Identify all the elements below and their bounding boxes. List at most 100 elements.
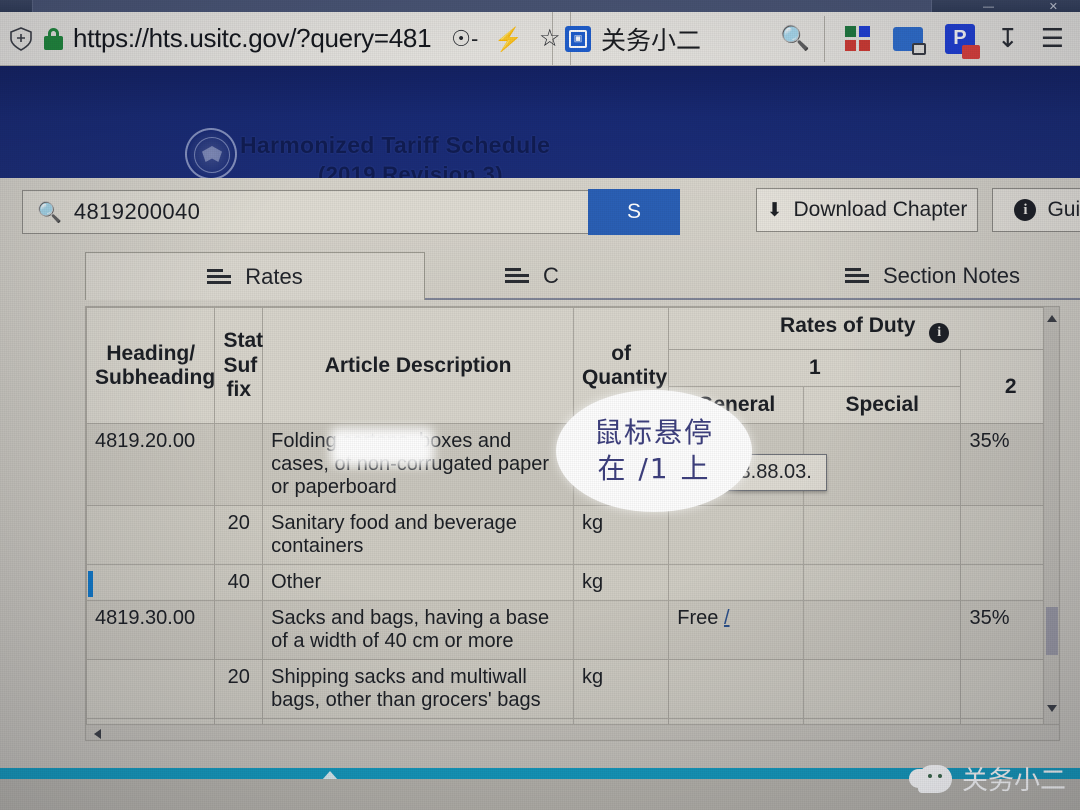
footnote-link[interactable]: / — [724, 607, 730, 629]
cell-code — [86, 564, 216, 602]
cell-general-rate — [668, 659, 804, 720]
extension-icons: P ↧ ☰ — [825, 23, 1080, 59]
table-row[interactable]: 20 Shipping sacks and multiwall bags, ot… — [86, 659, 1059, 720]
tab-rates-label: Rates — [245, 263, 303, 289]
col-stat-line1: Stat — [223, 329, 264, 353]
address-bar[interactable]: https://hts.usitc.gov/?query=481 ☉‐ ⚡ ☆ … — [0, 12, 583, 65]
window-minimize-button[interactable]: — — [983, 2, 994, 13]
table-header: Heading/ Subheading Stat Suf fix Article… — [86, 307, 1059, 425]
tab-chapter-notes[interactable]: C — [505, 252, 765, 300]
cell-special-rate — [802, 564, 962, 602]
search-input[interactable]: 🔍 4819200040 — [22, 190, 612, 234]
info-icon: i — [1014, 199, 1037, 221]
list-icon — [845, 268, 869, 284]
col-stat-suffix: Stat Suf fix — [214, 307, 264, 425]
cell-suffix: 40 — [214, 564, 264, 602]
col-heading-line1: Heading/ — [106, 341, 196, 365]
tab-chapter-notes-label: C — [543, 263, 559, 288]
list-icon — [207, 268, 232, 285]
cell-special-rate — [802, 423, 962, 507]
row-selection-marker — [88, 571, 93, 598]
annotation-line2: 在 /1 上 — [597, 452, 711, 485]
cell-code: 4819.20.00 — [86, 423, 216, 507]
window-close-button[interactable]: ✕ — [1049, 2, 1058, 13]
download-icon: ⬇ — [766, 199, 783, 221]
search-icon: 🔍 — [37, 201, 62, 224]
wechat-icon — [908, 764, 952, 793]
cell-suffix: 20 — [214, 659, 264, 720]
browser-toolbar: https://hts.usitc.gov/?query=481 ☉‐ ⚡ ☆ … — [0, 12, 1080, 66]
site-title-line1: Harmonized Tariff Schedule — [240, 132, 551, 158]
watermark: 关务小二 — [908, 760, 1066, 797]
annotation-highlight-blur — [330, 428, 434, 466]
cell-code: 4819.30.00 — [86, 600, 216, 661]
cell-general-rate — [668, 505, 804, 566]
wechat-account-name[interactable]: 关务小二 — [601, 21, 701, 57]
cell-general-rate: Free / — [668, 600, 804, 661]
col-stat-line2: Suf — [223, 353, 258, 377]
site-header: Harmonized Tariff Schedule (2019 Revisio… — [0, 66, 1080, 178]
cell-special-rate — [802, 600, 962, 661]
tab-rates[interactable]: Rates — [85, 252, 425, 300]
address-bar-icons: ☉‐ ⚡ ☆ — [451, 26, 560, 50]
lightning-icon[interactable]: ⚡ — [494, 27, 523, 50]
cell-special-rate — [802, 505, 962, 566]
site-title-line2: (2019 Revision 3) — [318, 162, 503, 178]
grid-extension-icon[interactable] — [844, 25, 871, 52]
col-heading-subheading: Heading/ Subheading — [86, 307, 216, 425]
search-button[interactable]: S — [588, 189, 680, 235]
search-input-value: 4819200040 — [73, 199, 201, 224]
table-horizontal-scrollbar[interactable] — [86, 724, 1059, 740]
col-unit-line1: of — [611, 341, 632, 365]
zoom-out-icon[interactable]: ☉‐ — [451, 27, 478, 50]
wechat-search-bar: ▣ 关务小二 🔍 P ↧ ☰ — [553, 12, 1080, 65]
tab-section-notes[interactable]: Section Notes — [845, 252, 1080, 300]
usitc-seal-icon — [185, 128, 237, 178]
list-icon — [505, 268, 529, 284]
page-body: 🔍 4819200040 S ⬇ Download Chapter i Guid… — [0, 178, 1080, 768]
download-chapter-label: Download Chapter — [793, 198, 968, 221]
cell-unit: kg — [572, 505, 670, 566]
shield-icon[interactable] — [8, 26, 34, 52]
lock-icon[interactable] — [44, 27, 63, 50]
cell-description: Sacks and bags, having a base of a width… — [262, 600, 574, 661]
tab-section-notes-label: Section Notes — [883, 263, 1020, 288]
col-rates-of-duty: Rates of Duty i — [668, 307, 1059, 351]
cell-code — [86, 505, 216, 566]
search-row: 🔍 4819200040 S ⬇ Download Chapter i Guid… — [22, 188, 1080, 238]
col-heading-line2: Subheading — [95, 365, 216, 389]
scrollbar-thumb[interactable] — [1046, 607, 1058, 655]
cell-description: Sanitary food and beverage containers — [262, 505, 574, 566]
info-icon[interactable]: i — [929, 323, 950, 344]
table-row[interactable]: 20 Sanitary food and beverage containers… — [86, 505, 1059, 566]
cell-general-rate — [668, 564, 804, 602]
scroll-left-arrow-icon[interactable] — [94, 729, 101, 739]
table-vertical-scrollbar[interactable] — [1043, 307, 1059, 740]
cell-unit — [572, 600, 670, 661]
col-unit-line2: Quantity — [581, 365, 668, 389]
screen-capture-icon[interactable] — [892, 26, 926, 55]
table-row[interactable]: 4819.30.00 Sacks and bags, having a base… — [86, 600, 1059, 661]
cell-suffix: 20 — [214, 505, 264, 566]
annotation-bubble: 鼠标悬停 在 /1 上 — [556, 390, 752, 512]
col-special: Special — [802, 386, 962, 425]
general-rate-value: Free — [677, 607, 719, 630]
table-row[interactable]: 40 Other kg — [86, 564, 1059, 602]
tab-strip: Rates C Section Notes — [85, 252, 1080, 300]
p-extension-icon[interactable]: P — [944, 23, 980, 59]
url-text[interactable]: https://hts.usitc.gov/?query=481 — [73, 23, 432, 54]
search-icon[interactable]: 🔍 — [780, 24, 810, 53]
scroll-down-arrow-icon[interactable] — [1047, 705, 1057, 712]
guide-label: Guide — [1047, 198, 1080, 221]
download-chapter-button[interactable]: ⬇ Download Chapter — [756, 188, 978, 232]
guide-button[interactable]: i Guide — [992, 188, 1080, 232]
menu-icon[interactable]: ☰ — [1041, 23, 1064, 54]
cell-suffix — [214, 600, 264, 661]
cell-description: Other — [262, 564, 574, 602]
download-icon[interactable]: ↧ — [997, 23, 1019, 54]
cell-unit: kg — [572, 564, 670, 602]
cell-description: Shipping sacks and multiwall bags, other… — [262, 659, 574, 720]
cell-unit: kg — [572, 659, 670, 720]
watermark-text: 关务小二 — [961, 766, 1066, 796]
scroll-up-arrow-icon[interactable] — [1047, 315, 1057, 322]
